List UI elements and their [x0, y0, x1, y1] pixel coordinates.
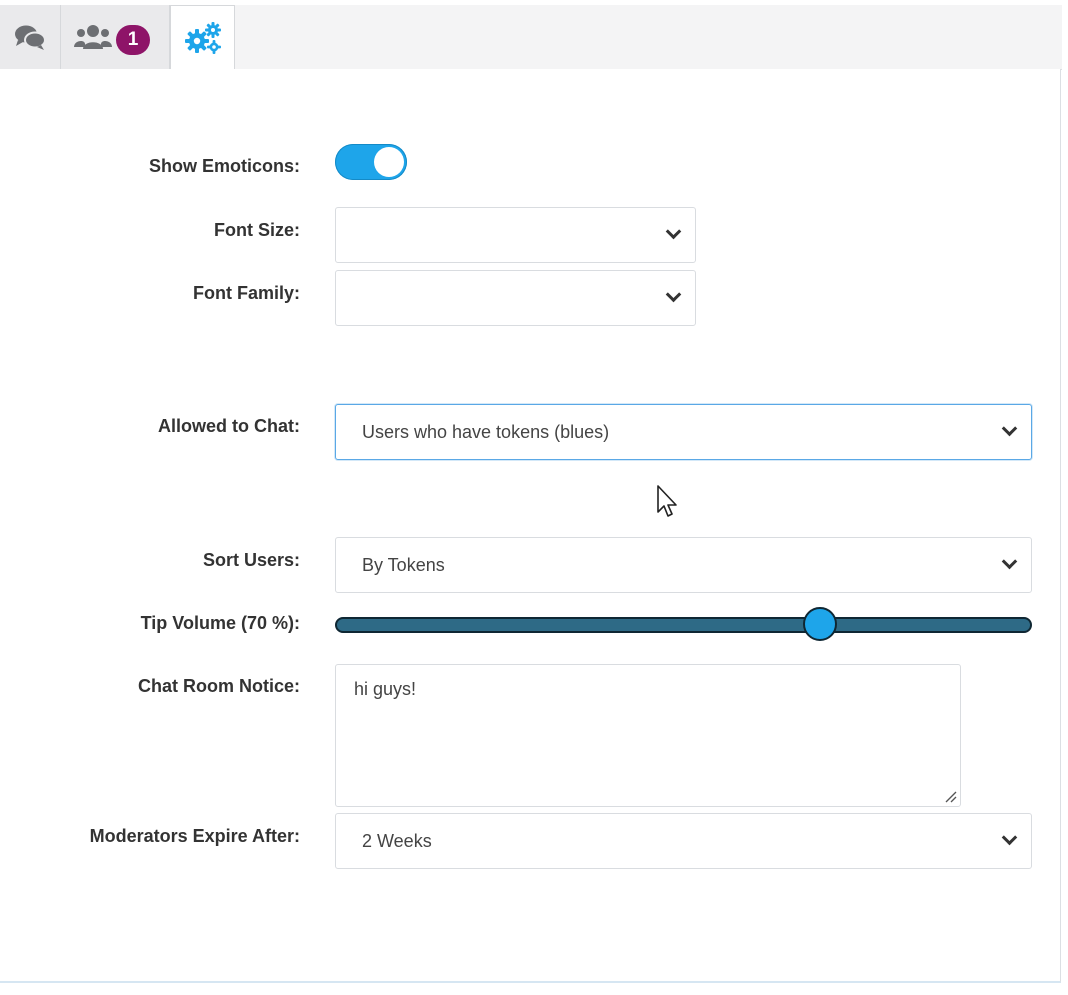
show-emoticons-label: Show Emoticons: [148, 156, 300, 176]
chat-room-notice-textarea[interactable]: hi guys! [335, 664, 961, 807]
allowed-to-chat-value: Users who have tokens (blues) [362, 421, 610, 442]
sort-users-value: By Tokens [362, 554, 445, 575]
toggle-knob [374, 147, 404, 177]
chat-room-notice-label: Chat Room Notice: [138, 676, 300, 696]
chevron-down-icon [1001, 420, 1018, 437]
tip-volume-label: Tip Volume (70 %): [140, 613, 300, 633]
resize-grip-icon[interactable] [943, 789, 957, 803]
allowed-to-chat-select[interactable]: Users who have tokens (blues) [335, 404, 1032, 460]
mouse-cursor-icon [657, 485, 677, 517]
chevron-down-icon [665, 286, 682, 303]
tab-settings[interactable] [170, 5, 235, 70]
font-family-label: Font Family: [193, 283, 300, 303]
tab-bar: 1 [0, 5, 1062, 70]
tab-chat[interactable] [0, 5, 61, 69]
tab-users[interactable]: 1 [61, 5, 170, 69]
font-size-label: Font Size: [214, 220, 300, 240]
chevron-down-icon [1001, 829, 1018, 846]
users-count-badge: 1 [116, 25, 150, 55]
allowed-to-chat-label: Allowed to Chat: [158, 416, 300, 436]
users-icon [74, 25, 112, 49]
chat-room-notice-value: hi guys! [354, 679, 417, 699]
tip-volume-slider-thumb[interactable] [802, 607, 837, 641]
font-family-select[interactable] [335, 270, 696, 326]
gears-icon [184, 22, 221, 54]
chat-bubbles-icon [15, 25, 46, 50]
chevron-down-icon [1001, 553, 1018, 570]
sort-users-label: Sort Users: [202, 550, 300, 570]
sort-users-select[interactable]: By Tokens [335, 537, 1032, 593]
font-size-select[interactable] [335, 207, 696, 263]
moderators-expire-value: 2 Weeks [362, 830, 432, 851]
show-emoticons-toggle[interactable] [335, 144, 407, 180]
tip-volume-slider-track[interactable] [335, 617, 1032, 633]
chevron-down-icon [665, 223, 682, 240]
moderators-expire-select[interactable]: 2 Weeks [335, 813, 1032, 869]
moderators-expire-label: Moderators Expire After: [89, 826, 300, 846]
